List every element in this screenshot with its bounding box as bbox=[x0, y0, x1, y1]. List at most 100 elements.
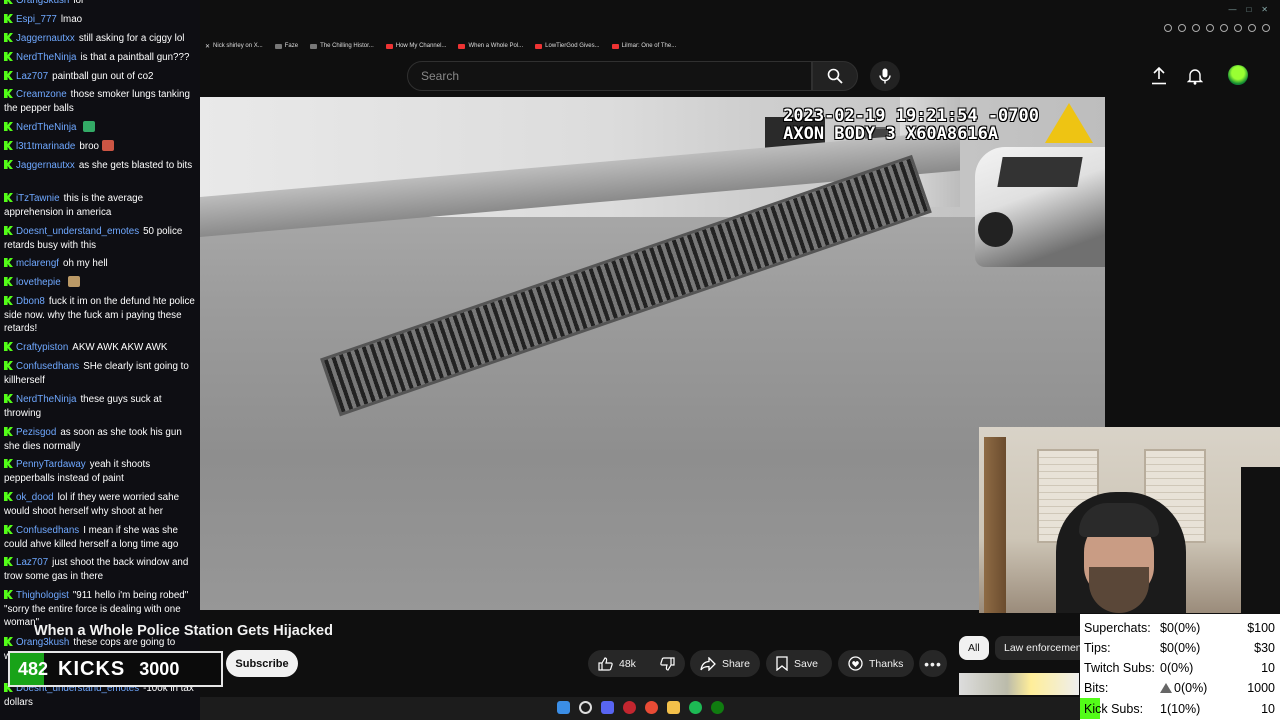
chat-username[interactable]: Orang3kush bbox=[16, 0, 69, 6]
chat-message: Espi_777 lmao bbox=[4, 13, 198, 27]
chat-username[interactable]: Craftypiston bbox=[16, 342, 68, 353]
extension-icon[interactable] bbox=[1248, 24, 1256, 32]
chrome-icon[interactable] bbox=[645, 701, 658, 714]
save-button[interactable]: Save bbox=[766, 650, 832, 677]
chat-username[interactable]: Espi_777 bbox=[16, 14, 57, 25]
dislike-button[interactable] bbox=[649, 650, 685, 677]
chat-message: Pezisgod as soon as she took his gun she … bbox=[4, 426, 198, 453]
bookmark-item[interactable]: When a Whole Pol... bbox=[458, 39, 523, 53]
like-button[interactable]: 48k bbox=[588, 650, 649, 677]
chat-message: Confusedhans I mean if she was she could … bbox=[4, 524, 198, 551]
share-button[interactable]: Share bbox=[690, 650, 760, 677]
stat-value: $0(0%) bbox=[1160, 620, 1201, 635]
extension-icon[interactable] bbox=[1220, 24, 1228, 32]
video-player[interactable]: 2023-02-19 19:21:54 -0700 AXON BODY 3 X6… bbox=[200, 97, 1105, 610]
voice-search-button[interactable] bbox=[870, 61, 900, 91]
account-avatar[interactable] bbox=[1228, 65, 1248, 85]
stat-value: 1(10%) bbox=[1160, 701, 1201, 716]
discord-icon[interactable] bbox=[601, 701, 614, 714]
youtube-icon bbox=[611, 43, 619, 49]
kick-badge-icon bbox=[4, 141, 13, 150]
windows-start-icon[interactable] bbox=[557, 701, 570, 714]
upload-button[interactable] bbox=[1147, 64, 1171, 88]
taskbar bbox=[200, 697, 1080, 720]
bodycam-overlay: 2023-02-19 19:21:54 -0700 AXON BODY 3 X6… bbox=[783, 107, 1039, 143]
search-button[interactable] bbox=[812, 61, 858, 91]
kick-badge-icon bbox=[4, 459, 13, 468]
kick-badge-icon bbox=[4, 557, 13, 566]
close-icon[interactable]: ✕ bbox=[1261, 5, 1268, 14]
thanks-label: Thanks bbox=[869, 657, 904, 670]
chat-username[interactable]: Confusedhans bbox=[16, 361, 79, 372]
search-input[interactable]: Search bbox=[407, 61, 812, 91]
more-actions-button[interactable]: ••• bbox=[919, 650, 947, 677]
more-icon: ••• bbox=[924, 655, 942, 672]
chat-username[interactable]: Jaggernautxx bbox=[16, 33, 75, 44]
chat-emote-icon bbox=[83, 121, 96, 132]
chat-username[interactable]: Doesnt_understand_emotes bbox=[16, 226, 139, 237]
chat-username[interactable]: NerdTheNinja bbox=[16, 394, 76, 405]
axon-logo bbox=[1045, 103, 1093, 143]
chat-message: Confusedhans SHe clearly isnt going to ki… bbox=[4, 360, 198, 387]
maximize-icon[interactable]: □ bbox=[1246, 5, 1251, 14]
chat-username[interactable]: NerdTheNinja bbox=[16, 52, 76, 63]
chat-username[interactable]: PennyTardaway bbox=[16, 459, 86, 470]
chat-message: ok_dood lol if they were worried sahe wou… bbox=[4, 491, 198, 518]
bookmark-item[interactable]: ✕ Nick shirley on X... bbox=[205, 39, 263, 53]
kick-badge-icon bbox=[4, 52, 13, 61]
thanks-button[interactable]: Thanks bbox=[838, 650, 914, 677]
chat-username[interactable]: lovethepie bbox=[16, 277, 61, 288]
recommended-thumbnail[interactable] bbox=[959, 673, 1079, 695]
bookmark-label: When a Whole Pol... bbox=[468, 43, 524, 49]
chat-username[interactable]: l3t1tmarinade bbox=[16, 141, 75, 152]
like-count: 48k bbox=[619, 657, 636, 670]
chat-text: AKW AWK AKW AWK bbox=[72, 342, 168, 353]
taskbar-search-icon[interactable] bbox=[579, 701, 592, 714]
notifications-button[interactable] bbox=[1183, 64, 1207, 88]
youtube-icon bbox=[535, 43, 543, 49]
kick-badge-icon bbox=[4, 342, 13, 351]
chip-all[interactable]: All bbox=[959, 636, 989, 660]
chat-username[interactable]: mclarengf bbox=[16, 258, 59, 269]
chat-username[interactable]: ok_dood bbox=[16, 492, 54, 503]
search-icon bbox=[827, 68, 843, 84]
chat-username[interactable]: iTzTawnie bbox=[16, 193, 60, 204]
bookmark-item[interactable]: Lilmar: One of The... bbox=[611, 39, 676, 53]
bookmark-item[interactable]: Faze bbox=[274, 39, 299, 53]
chip-law-enforcement[interactable]: Law enforcemen bbox=[995, 636, 1080, 660]
bookmark-item[interactable]: The Chilling Histor... bbox=[310, 39, 374, 53]
chat-username[interactable]: Laz707 bbox=[16, 557, 48, 568]
bookmark-label: Faze bbox=[284, 43, 299, 49]
extension-icon[interactable] bbox=[1178, 24, 1186, 32]
chat-username[interactable]: Creamzone bbox=[16, 89, 67, 100]
chat-username[interactable]: Pezisgod bbox=[16, 427, 56, 438]
extension-icon[interactable] bbox=[1164, 24, 1172, 32]
stat-value: 0(0%) bbox=[1160, 681, 1207, 695]
kick-badge-icon bbox=[4, 33, 13, 42]
kick-badge-icon bbox=[4, 394, 13, 403]
extension-icon[interactable] bbox=[1234, 24, 1242, 32]
chat-message: mclarengf oh my hell bbox=[4, 257, 198, 271]
chat-username[interactable]: Thighologist bbox=[16, 590, 69, 601]
chat-message: Orang3kush lol bbox=[4, 0, 198, 8]
bookmark-item[interactable]: LowTierGod Gives... bbox=[535, 39, 600, 53]
extension-icon[interactable] bbox=[1192, 24, 1200, 32]
kick-badge-icon bbox=[4, 637, 13, 646]
spotify-icon[interactable] bbox=[689, 701, 702, 714]
bookmark-item[interactable]: How My Channel... bbox=[385, 39, 446, 53]
chat-username[interactable]: Dbon8 bbox=[16, 296, 45, 307]
xbox-icon[interactable] bbox=[711, 701, 724, 714]
chat-username[interactable]: Laz707 bbox=[16, 71, 48, 82]
opera-icon[interactable] bbox=[623, 701, 636, 714]
subscribe-button[interactable]: Subscribe bbox=[226, 650, 298, 677]
extension-icon[interactable] bbox=[1262, 24, 1270, 32]
chat-text: lol bbox=[73, 0, 84, 6]
chat-username[interactable]: NerdTheNinja bbox=[16, 122, 76, 133]
chat-username[interactable]: Confusedhans bbox=[16, 525, 79, 536]
minimize-icon[interactable]: — bbox=[1228, 5, 1236, 14]
extension-icon[interactable] bbox=[1206, 24, 1214, 32]
video-frame bbox=[997, 157, 1083, 187]
stat-row: Bits: 0(0%) 1000 bbox=[1080, 677, 1280, 698]
chat-username[interactable]: Jaggernautxx bbox=[16, 160, 75, 171]
file-explorer-icon[interactable] bbox=[667, 701, 680, 714]
